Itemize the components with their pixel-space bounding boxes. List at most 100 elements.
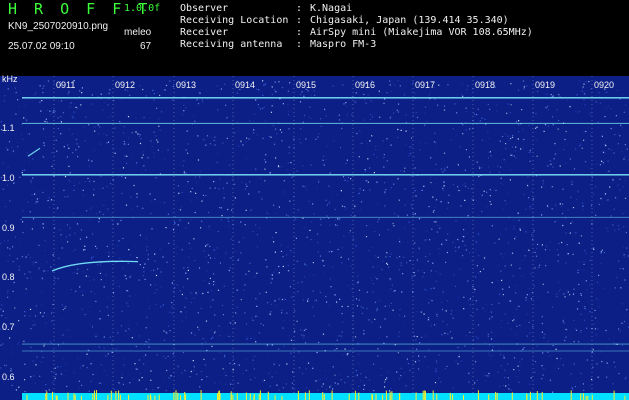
noise-speck [131, 157, 133, 159]
noise-speck [30, 277, 32, 279]
noise-speck [529, 151, 531, 153]
noise-speck [535, 255, 538, 257]
noise-speck [400, 367, 402, 369]
noise-speck [122, 383, 124, 385]
noise-speck [430, 182, 432, 184]
noise-speck [316, 188, 318, 190]
noise-speck [609, 186, 611, 188]
noise-speck [413, 156, 416, 158]
noise-speck [183, 171, 185, 173]
noise-speck [76, 107, 79, 109]
noise-speck [248, 193, 250, 195]
noise-speck [94, 126, 96, 128]
noise-speck [171, 302, 173, 304]
noise-speck [45, 136, 47, 138]
noise-speck [390, 288, 392, 290]
noise-speck [17, 342, 19, 344]
noise-speck [301, 334, 303, 336]
noise-speck [328, 202, 330, 204]
noise-speck [193, 369, 195, 371]
noise-speck [340, 335, 342, 337]
noise-speck [217, 289, 220, 291]
noise-speck [322, 383, 324, 385]
noise-speck [42, 356, 44, 359]
noise-speck [487, 375, 489, 377]
noise-speck [31, 228, 33, 230]
noise-speck [468, 299, 470, 302]
noise-speck [358, 385, 360, 387]
noise-speck [491, 282, 493, 284]
noise-speck [580, 313, 582, 315]
noise-speck [502, 288, 504, 290]
noise-speck [469, 252, 471, 254]
noise-speck [352, 317, 354, 319]
noise-speck [121, 176, 123, 178]
noise-speck [556, 296, 558, 298]
noise-speck [430, 157, 432, 159]
noise-speck [477, 272, 479, 274]
noise-speck [114, 253, 116, 255]
noise-speck [64, 196, 66, 198]
noise-speck [230, 383, 232, 385]
noise-speck [248, 138, 250, 140]
noise-speck [388, 390, 391, 392]
noise-speck [554, 153, 556, 155]
noise-speck [181, 293, 183, 296]
noise-speck [298, 351, 300, 353]
noise-speck [400, 170, 402, 172]
noise-speck [7, 149, 9, 151]
noise-speck [213, 332, 216, 334]
noise-speck [307, 362, 310, 364]
noise-speck [158, 125, 160, 127]
noise-speck [590, 88, 592, 90]
noise-speck [518, 124, 520, 126]
noise-speck [503, 208, 505, 210]
noise-speck [476, 265, 478, 267]
noise-speck [183, 286, 185, 288]
noise-speck [583, 131, 585, 133]
noise-speck [35, 92, 37, 94]
noise-speck [541, 214, 543, 216]
meteor-mark [624, 395, 626, 400]
noise-speck [484, 255, 486, 257]
noise-speck [237, 382, 239, 384]
noise-speck [185, 272, 187, 274]
noise-speck [465, 335, 467, 337]
noise-speck [83, 126, 85, 128]
noise-speck [118, 382, 120, 384]
noise-speck [334, 294, 336, 296]
noise-speck [275, 128, 277, 130]
noise-speck [513, 155, 515, 157]
noise-speck [254, 113, 256, 115]
noise-speck [584, 306, 586, 308]
noise-speck [274, 313, 276, 315]
noise-speck [583, 263, 585, 265]
noise-speck [127, 143, 129, 145]
noise-speck [397, 239, 400, 241]
noise-speck [532, 326, 534, 328]
noise-speck [156, 347, 158, 349]
noise-speck [452, 128, 454, 130]
noise-speck [347, 376, 349, 378]
noise-speck [89, 323, 91, 325]
noise-speck [525, 300, 527, 302]
noise-speck [542, 180, 544, 182]
noise-speck [222, 368, 224, 370]
noise-speck [15, 91, 17, 94]
noise-speck [0, 367, 2, 369]
noise-speck [21, 172, 23, 174]
noise-speck [152, 89, 154, 91]
noise-speck [46, 109, 48, 111]
noise-speck [377, 221, 379, 223]
noise-speck [51, 312, 53, 314]
meteor-mark [526, 393, 528, 400]
noise-speck [255, 298, 257, 300]
noise-speck [250, 379, 252, 381]
noise-speck [595, 334, 597, 336]
noise-speck [271, 93, 273, 96]
noise-speck [166, 332, 168, 334]
noise-speck [352, 338, 354, 340]
noise-speck [288, 152, 290, 154]
noise-speck [523, 85, 525, 87]
noise-speck [390, 279, 392, 281]
